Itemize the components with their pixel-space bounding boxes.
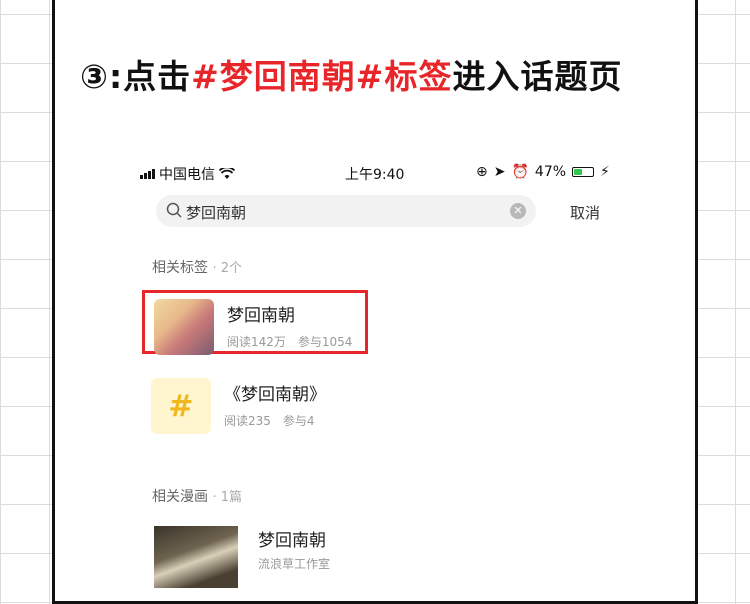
related-comics-count: · 1篇 <box>212 490 242 505</box>
headline-tag: #梦回南朝#标签 <box>191 57 453 96</box>
lock-rotation-icon: ⊕ <box>476 164 488 180</box>
status-bar: 中国电信 上午9:40 ⊕ ➤ ⏰ 47% ⚡ <box>130 164 620 184</box>
step-number: ③ <box>80 57 109 96</box>
search-icon <box>166 202 182 218</box>
tag-reads: 阅读235 <box>224 414 271 428</box>
status-time: 上午9:40 <box>345 167 405 183</box>
wifi-icon <box>219 168 235 179</box>
phone-screenshot: 中国电信 上午9:40 ⊕ ➤ ⏰ 47% ⚡ 梦回南朝 ✕ 取消 相关标签 ·… <box>130 150 620 588</box>
tag-item[interactable]: 梦回南朝 阅读142万 参与1054 <box>142 290 368 355</box>
related-comics-label: 相关漫画 <box>152 489 208 505</box>
headline-suffix: 进入话题页 <box>452 57 623 96</box>
charging-icon: ⚡ <box>600 164 610 180</box>
status-left: 中国电信 <box>140 164 235 184</box>
search-input[interactable]: 梦回南朝 ✕ <box>156 195 536 227</box>
related-comics-header: 相关漫画 · 1篇 <box>152 486 242 506</box>
comic-author: 流浪草工作室 <box>258 557 331 571</box>
headline-prefix: :点击 <box>108 57 192 96</box>
instruction-headline: ③:点击#梦回南朝#标签进入话题页 <box>80 50 622 98</box>
status-right: ⊕ ➤ ⏰ 47% ⚡ <box>476 164 610 180</box>
location-icon: ➤ <box>493 164 506 180</box>
carrier-label: 中国电信 <box>159 167 215 183</box>
alarm-icon: ⏰ <box>511 164 529 180</box>
tag-participants: 参与1054 <box>297 335 353 349</box>
battery-percent: 47% <box>534 164 567 180</box>
related-tags-header: 相关标签 · 2个 <box>152 257 242 277</box>
signal-icon <box>140 169 155 179</box>
battery-icon <box>572 167 595 177</box>
tag-meta: 阅读142万 参与1054 <box>227 333 352 350</box>
tag-item[interactable]: # 《梦回南朝》 阅读235 参与4 <box>142 372 368 436</box>
tag-meta: 阅读235 参与4 <box>224 412 315 429</box>
tag-title: 《梦回南朝》 <box>224 385 326 405</box>
tag-reads: 阅读142万 <box>227 335 286 349</box>
related-tags-count: · 2个 <box>212 261 242 276</box>
comic-thumbnail[interactable] <box>154 526 238 588</box>
related-tags-label: 相关标签 <box>152 260 208 276</box>
clear-icon[interactable]: ✕ <box>510 203 526 219</box>
search-query: 梦回南朝 <box>186 204 247 222</box>
hashtag-icon: # <box>151 378 211 434</box>
tag-thumbnail <box>154 299 214 355</box>
tag-title: 梦回南朝 <box>227 306 295 326</box>
tag-participants: 参与4 <box>282 414 315 428</box>
comic-title[interactable]: 梦回南朝 <box>258 526 326 551</box>
cancel-button[interactable]: 取消 <box>570 202 600 223</box>
